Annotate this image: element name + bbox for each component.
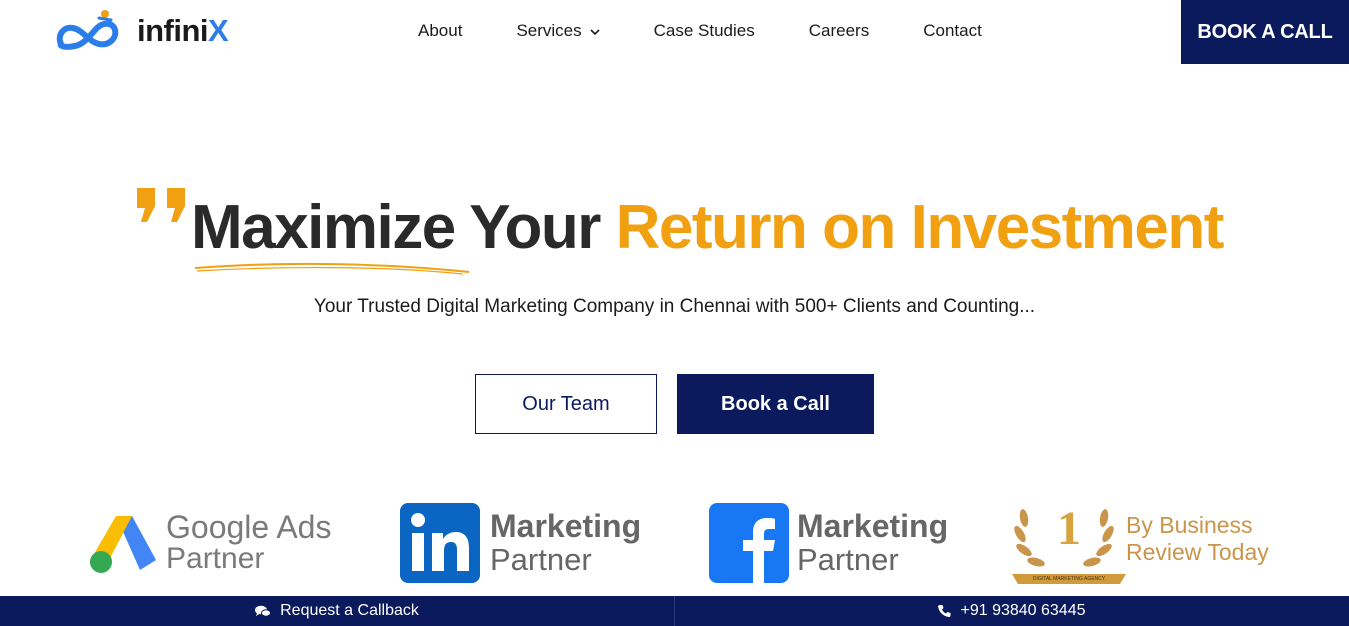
page: infiniX About Services Case Studies Care… bbox=[0, 0, 1349, 626]
phone-number: +91 93840 63445 bbox=[960, 602, 1086, 619]
chevron-down-icon bbox=[590, 21, 600, 41]
hero-headline-accent: Return on Investment bbox=[615, 193, 1225, 262]
partner-facebook: Marketing Partner bbox=[709, 503, 948, 583]
nav-item-case-studies[interactable]: Case Studies bbox=[654, 21, 755, 41]
partner-facebook-line2: Partner bbox=[797, 542, 899, 577]
award-badge-caption: DIGITAL MARKETING AGENCY bbox=[1032, 576, 1106, 582]
chat-bubbles-icon bbox=[255, 605, 272, 617]
request-callback-label: Request a Callback bbox=[280, 602, 419, 619]
main-nav: About Services Case Studies Careers Cont… bbox=[418, 20, 982, 42]
site-header: infiniX About Services Case Studies Care… bbox=[0, 0, 1349, 64]
partner-google-text: Google Ads Partner bbox=[166, 511, 331, 575]
our-team-button[interactable]: Our Team bbox=[475, 374, 657, 434]
phone-call-button[interactable]: +91 93840 63445 bbox=[674, 596, 1348, 626]
hero-headline-dark: Maximize Your bbox=[191, 193, 601, 262]
hero-subtitle: Your Trusted Digital Marketing Company i… bbox=[313, 296, 1036, 317]
award-badge-number: 1 bbox=[1057, 502, 1081, 555]
partner-award-line2: Review Today bbox=[1126, 539, 1269, 565]
hero-headline: Maximize Your Return on Investment bbox=[191, 190, 1225, 266]
linkedin-icon bbox=[400, 503, 480, 583]
request-callback-button[interactable]: Request a Callback bbox=[0, 596, 674, 626]
phone-icon bbox=[937, 604, 951, 618]
partner-linkedin: Marketing Partner bbox=[400, 503, 641, 583]
partner-facebook-text: Marketing Partner bbox=[797, 509, 948, 577]
nav-item-services-label: Services bbox=[516, 21, 582, 40]
brand-logo[interactable]: infiniX bbox=[55, 6, 229, 56]
google-ads-icon bbox=[90, 516, 156, 573]
nav-item-careers[interactable]: Careers bbox=[809, 21, 869, 41]
underline-swoosh-icon bbox=[193, 260, 473, 281]
partner-linkedin-text: Marketing Partner bbox=[490, 509, 641, 577]
partner-linkedin-line1: Marketing bbox=[490, 508, 642, 544]
book-a-call-button[interactable]: Book a Call bbox=[677, 374, 874, 434]
facebook-icon bbox=[709, 503, 789, 583]
partner-award-text: By Business Review Today bbox=[1126, 512, 1269, 566]
infinity-logo-icon bbox=[56, 10, 119, 50]
partner-google-ads: Google Ads Partner bbox=[88, 510, 331, 576]
partner-google-line1: Google Ads bbox=[166, 509, 332, 545]
nav-item-about[interactable]: About bbox=[418, 21, 462, 41]
partner-facebook-line1: Marketing bbox=[797, 508, 949, 544]
quote-mark-icon bbox=[135, 186, 187, 233]
book-a-call-header-button[interactable]: BOOK A CALL bbox=[1181, 0, 1349, 64]
partner-business-review: 1 DIGITAL MARKETING AGENCY By Business R… bbox=[1008, 500, 1269, 586]
nav-item-contact[interactable]: Contact bbox=[923, 21, 982, 41]
brand-name: infiniX bbox=[137, 13, 229, 48]
nav-item-services[interactable]: Services bbox=[516, 21, 600, 41]
partner-award-line1: By Business bbox=[1126, 512, 1253, 538]
partner-linkedin-line2: Partner bbox=[490, 542, 592, 577]
partner-google-line2: Partner bbox=[166, 542, 265, 575]
sticky-contact-bar: Request a Callback +91 93840 63445 bbox=[0, 596, 1349, 626]
